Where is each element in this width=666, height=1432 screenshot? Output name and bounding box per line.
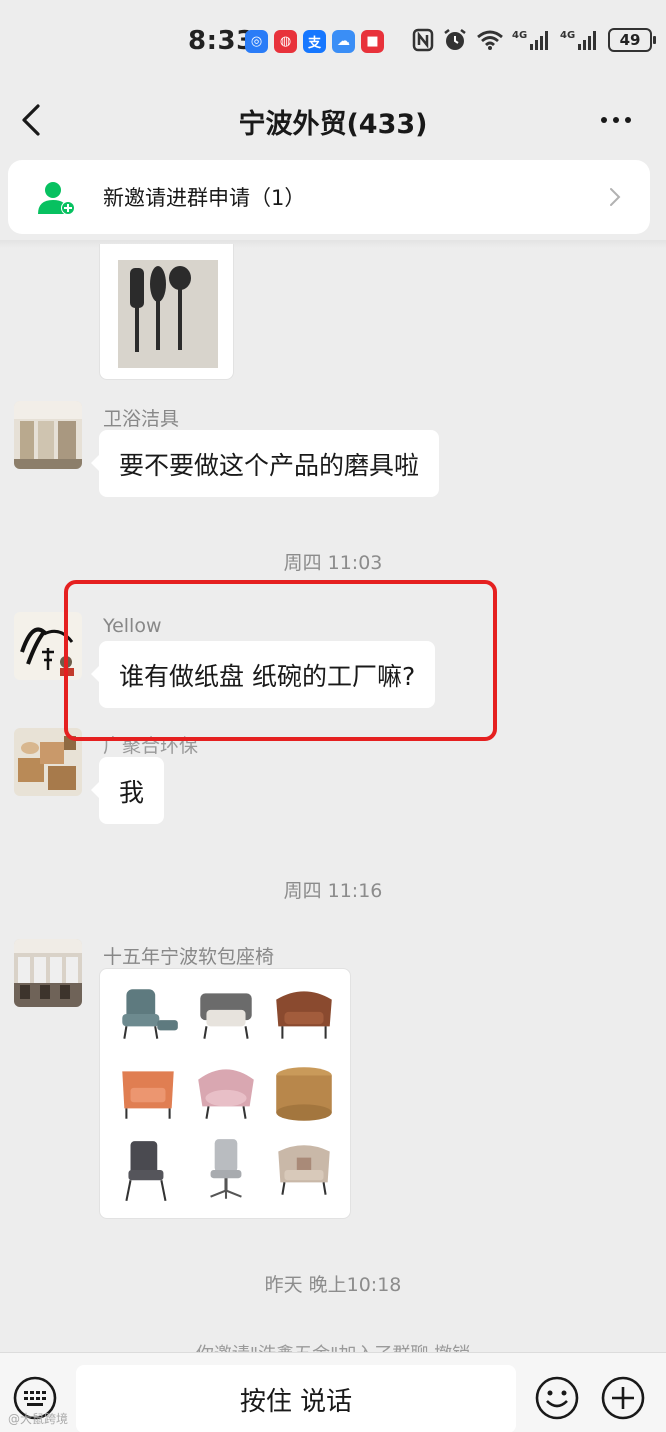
image-message-chairs[interactable] [99, 968, 351, 1219]
timestamp: 周四 11:16 [283, 880, 383, 902]
svg-text:4G: 4G [512, 30, 527, 41]
chair-dark-dining [125, 1141, 167, 1202]
battery-indicator: 49 [608, 28, 656, 52]
chat-title: 宁波外贸(433) [238, 109, 428, 140]
chair-beige-armchair [278, 1145, 330, 1195]
timestamp: 昨天 晚上10:18 [264, 1274, 402, 1296]
notification-icons: ◎ ◍ 支 ☁ ■ [245, 30, 384, 53]
app-blue-icon: ◎ [245, 30, 268, 53]
chair-brown-leather [276, 991, 332, 1039]
group-invite-banner[interactable]: 新邀请进群申请（1） [8, 160, 650, 234]
cloud-icon: ☁ [332, 30, 355, 53]
signal-4g-icon: 4G [512, 30, 548, 50]
chair-photo-grid [112, 979, 340, 1207]
alarm-icon [444, 29, 466, 50]
utensils-photo [118, 260, 218, 368]
sender-name: 十五年宁波软包座椅 [103, 946, 275, 968]
signal-4g-icon-2: 4G [560, 30, 596, 50]
sender-name: 卫浴洁具 [103, 408, 180, 430]
emoji-icon[interactable] [534, 1375, 580, 1421]
avatar[interactable] [14, 939, 82, 1007]
system-icons: 4G 4G 49 [412, 28, 656, 52]
timestamp: 周四 11:03 [283, 552, 383, 574]
highlight-annotation [64, 580, 497, 741]
add-member-icon [38, 182, 75, 215]
chair-office-swivel [210, 1139, 242, 1199]
plus-icon[interactable] [600, 1375, 646, 1421]
image-message-utensils[interactable] [99, 244, 234, 380]
avatar-salon-photo [14, 939, 82, 1007]
chat-header: 宁波外贸(433) [0, 84, 666, 158]
avatar-bathroom-photo [14, 401, 82, 469]
app-red-icon: ◍ [274, 30, 297, 53]
wifi-icon [477, 30, 503, 50]
status-bar: 8:33 ◎ ◍ 支 ☁ ■ 4G 4G 49 [0, 0, 666, 84]
watermark-text: @大鼠跨境 [8, 1412, 69, 1426]
invite-banner-label: 新邀请进群申请（1） [103, 186, 306, 210]
alipay-icon: 支 [303, 30, 326, 53]
chair-rattan-ottoman [276, 1067, 332, 1121]
chair-grey-lounge [200, 993, 252, 1039]
hold-to-talk-button[interactable]: 按住 说话 [76, 1365, 516, 1432]
chair-orange-tub [122, 1071, 174, 1119]
avatar[interactable] [14, 401, 82, 469]
message-bubble[interactable]: 要不要做这个产品的磨具啦 [90, 430, 440, 497]
nfc-icon [412, 28, 434, 52]
message-bubble[interactable]: 我 [90, 757, 165, 824]
app-red-square-icon: ■ [361, 30, 384, 53]
chat-input-bar: 按住 说话 [0, 1352, 666, 1432]
chair-teal-armchair [122, 989, 178, 1039]
chevron-right-icon [610, 188, 621, 206]
chair-pink-round [198, 1069, 254, 1119]
more-icon[interactable] [598, 108, 634, 132]
svg-text:4G: 4G [560, 30, 575, 41]
